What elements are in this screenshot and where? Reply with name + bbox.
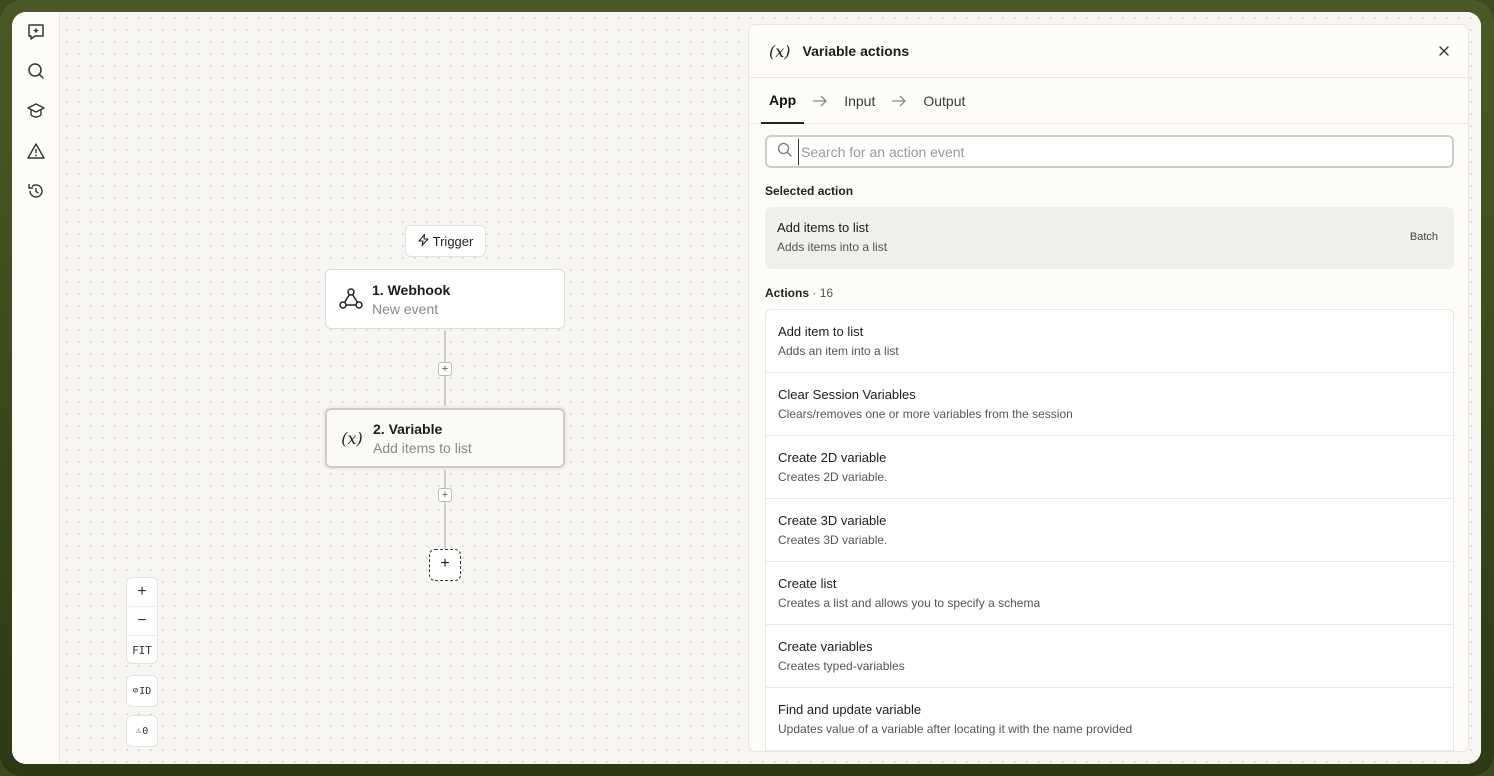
node-title: 1. Webhook bbox=[372, 281, 451, 298]
eye-off-icon: ⊘ bbox=[132, 686, 139, 696]
selected-action-label: Selected action bbox=[765, 184, 854, 198]
batch-badge: Batch bbox=[1409, 231, 1438, 243]
action-title: Create 2D variable bbox=[778, 450, 887, 465]
id-toggle-label: ID bbox=[139, 685, 152, 697]
action-description: Updates value of a variable after locati… bbox=[778, 722, 1133, 736]
id-toggle-button[interactable]: ⊘ ID bbox=[126, 675, 158, 707]
actions-count: 16 bbox=[819, 286, 834, 300]
add-node-button[interactable]: + bbox=[429, 549, 461, 581]
learn-icon[interactable] bbox=[24, 99, 48, 123]
list-item[interactable]: Clear Session Variables Clears/removes o… bbox=[766, 373, 1453, 436]
close-icon[interactable] bbox=[1436, 43, 1452, 59]
panel-header: (x) Variable actions bbox=[749, 25, 1468, 78]
action-title: Clear Session Variables bbox=[778, 387, 916, 402]
warnings-count: 0 bbox=[142, 725, 149, 737]
action-description: Clears/removes one or more variables fro… bbox=[778, 407, 1073, 421]
warning-icon[interactable] bbox=[24, 139, 48, 163]
history-icon[interactable] bbox=[24, 179, 48, 203]
sparkle-chat-icon[interactable] bbox=[24, 20, 48, 44]
connector-line bbox=[444, 470, 446, 550]
list-item[interactable]: Create 2D variable Creates 2D variable. bbox=[766, 436, 1453, 499]
zoom-out-button[interactable]: − bbox=[127, 607, 157, 636]
action-description: Creates a list and allows you to specify… bbox=[778, 596, 1041, 610]
tab-app[interactable]: App bbox=[761, 78, 805, 124]
action-description: Adds items into a list bbox=[777, 240, 888, 254]
search-box bbox=[765, 135, 1454, 168]
list-item[interactable]: Create list Creates a list and allows yo… bbox=[766, 562, 1453, 625]
lightning-icon bbox=[418, 233, 429, 249]
node-title: 2. Variable bbox=[373, 420, 443, 437]
tab-input[interactable]: Input bbox=[836, 78, 883, 124]
webhook-icon bbox=[338, 286, 364, 312]
action-description: Creates 2D variable. bbox=[778, 470, 888, 484]
list-item[interactable]: Find and update variable Updates value o… bbox=[766, 688, 1453, 751]
step-tabs: App Input Output bbox=[749, 78, 1468, 124]
variable-actions-panel: (x) Variable actions App Input Output Se… bbox=[748, 24, 1469, 752]
selected-action-card[interactable]: Add items to list Adds items into a list… bbox=[765, 207, 1454, 269]
action-title: Find and update variable bbox=[778, 702, 922, 717]
app-window: Trigger 1. Webhook New event + (x) 2. Va… bbox=[12, 12, 1481, 764]
add-step-button[interactable]: + bbox=[438, 488, 452, 502]
action-title: Create list bbox=[778, 576, 837, 591]
action-title: Create 3D variable bbox=[778, 513, 887, 528]
sidebar bbox=[12, 12, 60, 764]
actions-list[interactable]: Add item to list Adds an item into a lis… bbox=[765, 309, 1454, 751]
action-description: Creates typed-variables bbox=[778, 659, 905, 673]
action-description: Creates 3D variable. bbox=[778, 533, 888, 547]
action-title: Add item to list bbox=[778, 324, 864, 339]
list-item[interactable]: Add item to list Adds an item into a lis… bbox=[766, 310, 1453, 373]
zoom-controls: + − FIT bbox=[126, 577, 158, 664]
actions-label: Actions bbox=[765, 286, 810, 300]
list-item[interactable]: Create variables Creates typed-variables bbox=[766, 625, 1453, 688]
variable-icon: (x) bbox=[769, 41, 791, 61]
actions-header: Actions · 16 bbox=[765, 286, 833, 300]
arrow-right-icon bbox=[804, 95, 836, 107]
webhook-node[interactable]: 1. Webhook New event bbox=[325, 269, 565, 329]
list-item[interactable]: Create 3D variable Creates 3D variable. bbox=[766, 499, 1453, 562]
search-icon[interactable] bbox=[24, 59, 48, 83]
warnings-button[interactable]: ⚠ 0 bbox=[126, 715, 158, 747]
arrow-right-icon bbox=[883, 95, 915, 107]
action-description: Adds an item into a list bbox=[778, 344, 899, 358]
fit-button[interactable]: FIT bbox=[127, 636, 157, 665]
separator-dot: · bbox=[812, 286, 820, 300]
panel-title: Variable actions bbox=[802, 43, 910, 59]
node-subtitle: New event bbox=[372, 300, 439, 317]
variable-icon: (x) bbox=[341, 428, 363, 448]
node-subtitle: Add items to list bbox=[373, 439, 472, 456]
search-input[interactable] bbox=[798, 138, 1452, 165]
variable-node[interactable]: (x) 2. Variable Add items to list bbox=[325, 408, 565, 468]
add-step-button[interactable]: + bbox=[438, 362, 452, 376]
warning-icon: ⚠ bbox=[135, 726, 142, 736]
zoom-in-button[interactable]: + bbox=[127, 578, 157, 607]
action-title: Add items to list bbox=[777, 220, 869, 235]
trigger-label: Trigger bbox=[432, 233, 474, 249]
trigger-chip[interactable]: Trigger bbox=[405, 225, 486, 257]
tab-output[interactable]: Output bbox=[915, 78, 973, 124]
search-icon bbox=[777, 142, 792, 162]
action-title: Create variables bbox=[778, 639, 873, 654]
